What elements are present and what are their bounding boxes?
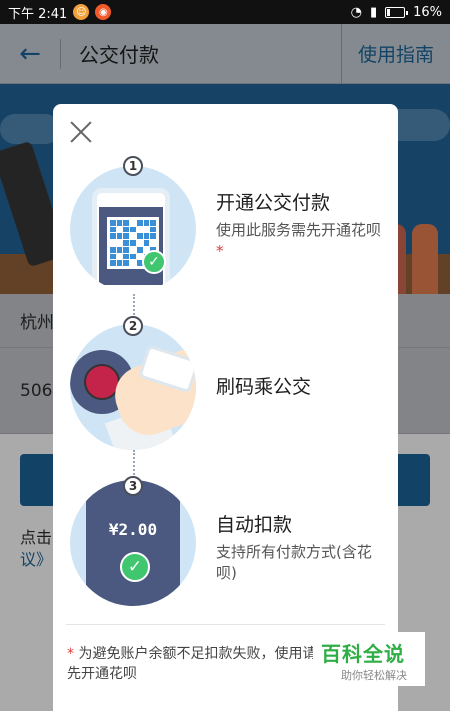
step-1-title: 开通公交付款 bbox=[216, 192, 331, 214]
watermark-logo: 百科全说 助你轻松解决 bbox=[313, 632, 425, 686]
payment-card-icon: ¥2.00 bbox=[86, 480, 180, 606]
phone-icon bbox=[92, 188, 170, 292]
wifi-icon: ◔ bbox=[350, 4, 362, 20]
signal-icon: ▮ bbox=[369, 4, 378, 20]
step-2-illustration bbox=[70, 324, 196, 450]
battery-percent: 16% bbox=[413, 4, 442, 20]
footnote: * 为避免账户余额不足扣款失败，使用请先开通花呗 bbox=[67, 646, 317, 682]
divider bbox=[66, 624, 385, 625]
step-3-illustration: ¥2.00 ✓ bbox=[70, 480, 196, 606]
step-2-title: 刷码乘公交 bbox=[216, 376, 312, 398]
check-icon: ✓ bbox=[120, 552, 150, 582]
status-time: 下午 2:41 bbox=[8, 6, 68, 22]
step-3-title: 自动扣款 bbox=[216, 514, 293, 536]
check-icon: ✓ bbox=[142, 250, 166, 274]
close-icon[interactable] bbox=[70, 121, 92, 143]
amount-label: ¥2.00 bbox=[108, 520, 158, 539]
step-1-desc: 使用此服务需先开通花呗* bbox=[216, 221, 382, 260]
notification-icon: ☺ bbox=[73, 4, 90, 20]
required-mark: * bbox=[216, 242, 224, 260]
status-bar: 下午 2:41 ☺ ◉ ◔ ▮ 16% bbox=[0, 0, 450, 24]
step-1-illustration: ✓ bbox=[70, 166, 196, 292]
step-number: 2 bbox=[123, 316, 143, 336]
step-connector bbox=[133, 450, 135, 478]
step-number: 1 bbox=[123, 156, 143, 176]
battery-icon bbox=[385, 6, 409, 18]
step-3-desc: 支持所有付款方式(含花呗) bbox=[216, 543, 372, 582]
app-notification-icon: ◉ bbox=[95, 4, 112, 20]
instructions-modal: ✓ 1 开通公交付款 使用此服务需先开通花呗* 2 刷码乘公交 ¥2.00 ✓ … bbox=[53, 104, 398, 711]
step-number: 3 bbox=[123, 476, 143, 496]
